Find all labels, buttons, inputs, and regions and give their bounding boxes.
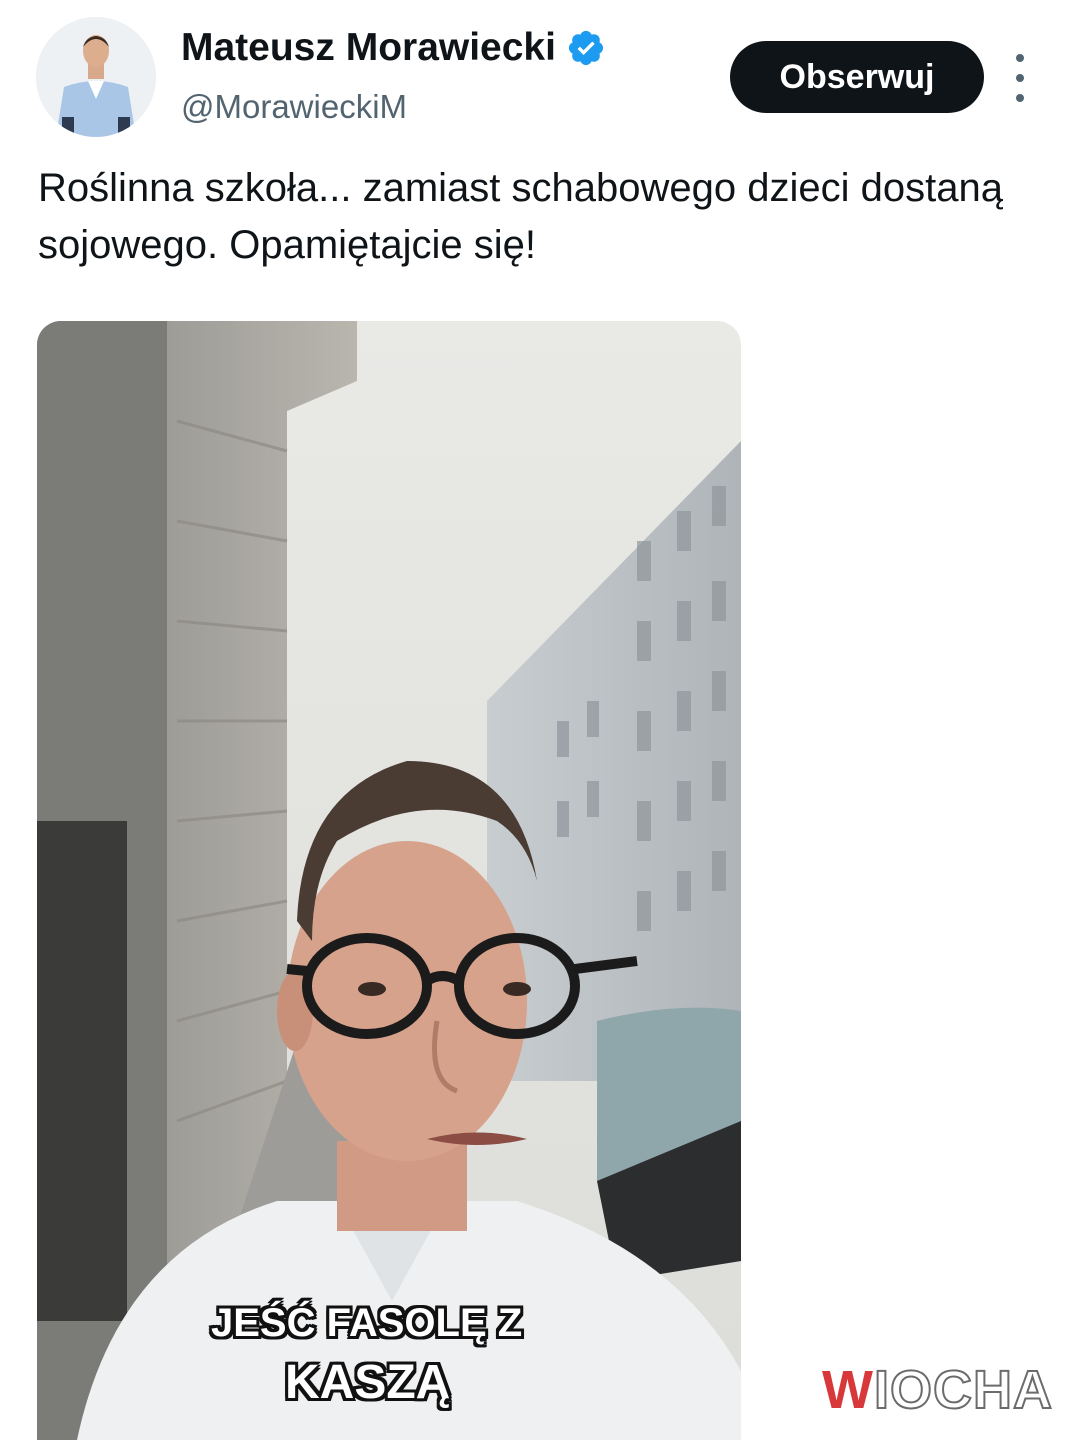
watermark-logo: W IOCHA (822, 1358, 1053, 1422)
watermark-rest: IOCHA (873, 1359, 1053, 1421)
more-dot (1016, 54, 1024, 62)
verified-badge-icon (566, 28, 606, 68)
more-dot (1016, 94, 1024, 102)
follow-button[interactable]: Obserwuj (730, 41, 984, 113)
watermark-first-letter: W (822, 1360, 874, 1420)
author-avatar[interactable] (36, 17, 156, 137)
author-name-text[interactable]: Mateusz Morawiecki (181, 26, 556, 70)
author-handle[interactable]: @MorawieckiM (181, 88, 407, 126)
more-dot (1016, 74, 1024, 82)
video-caption-line1: JEŚĆ FASOLĘ Z (211, 1301, 523, 1345)
video-frame-illustration (37, 321, 741, 1440)
author-display-name[interactable]: Mateusz Morawiecki (181, 26, 606, 70)
tweet-text: Roślinna szkoła... zamiast schabowego dz… (38, 166, 1003, 267)
video-caption-line2: KASZĄ (285, 1356, 451, 1409)
more-options-icon[interactable] (1004, 54, 1036, 102)
tweet-video[interactable]: JEŚĆ FASOLĘ Z KASZĄ (37, 321, 741, 1440)
